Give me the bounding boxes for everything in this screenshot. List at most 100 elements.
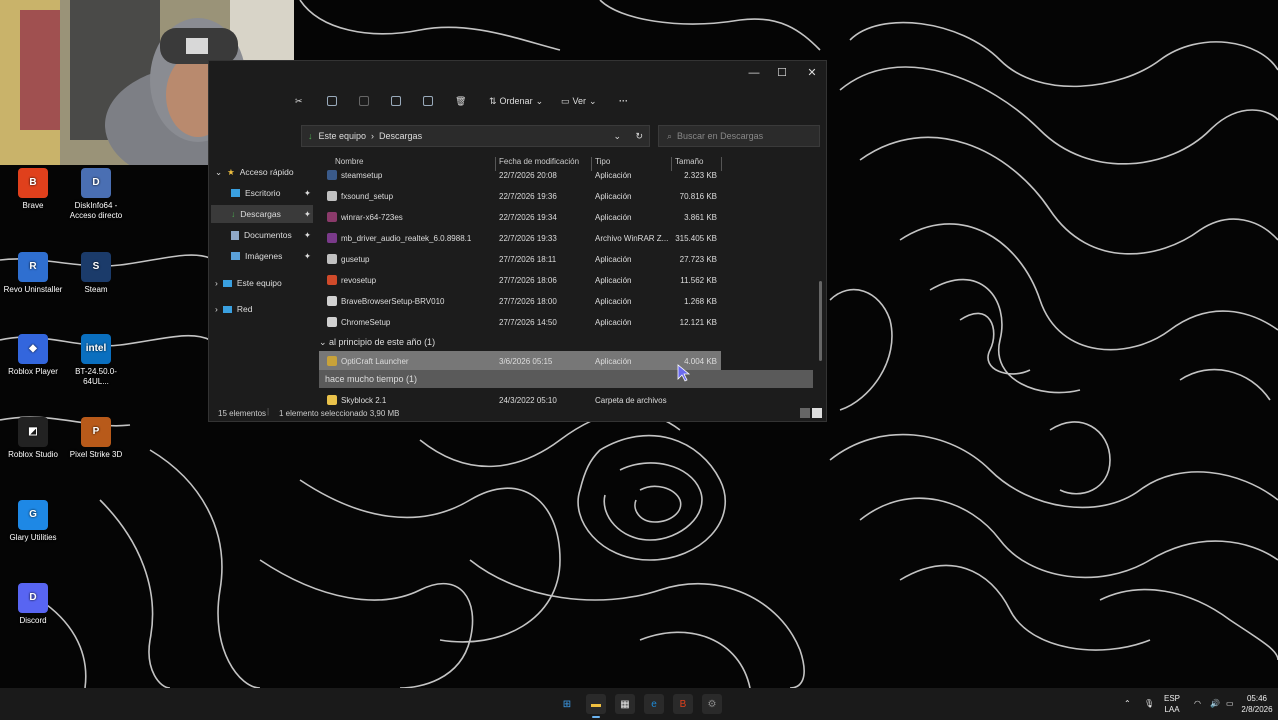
maximize-button[interactable]: ☐	[773, 65, 791, 81]
nav-this-pc[interactable]: › Este equipo	[215, 274, 282, 292]
nav-item-pictures[interactable]: Imágenes ✦	[231, 247, 313, 265]
desktop-icon-7[interactable]: ◩ Roblox Studio	[0, 417, 66, 460]
microphone-icon[interactable]: 🎙	[1144, 698, 1154, 709]
table-row[interactable]: revosetup 27/7/2026 18:06 Aplicación 11.562…	[319, 270, 721, 290]
cell-date: 3/6/2026 05:15	[499, 357, 553, 366]
item-count: 15 elementos	[218, 409, 267, 418]
table-row[interactable]: mb_driver_audio_realtek_6.0.8988.1 22/7/2…	[319, 228, 721, 248]
cut-icon[interactable]: ✂	[295, 93, 303, 109]
cell-date: 22/7/2026 19:34	[499, 213, 557, 222]
share-icon[interactable]	[423, 93, 433, 109]
taskbar-store-icon[interactable]: ▦	[615, 694, 635, 714]
taskbar-brave-icon[interactable]: B	[673, 694, 693, 714]
mouse-cursor-icon	[677, 364, 691, 382]
cell-type: Aplicación	[595, 213, 632, 222]
chevron-right-icon: ›	[215, 304, 218, 314]
desktop-icon-1[interactable]: B Brave	[0, 168, 66, 211]
app-icon: D	[81, 168, 111, 198]
document-icon	[231, 230, 239, 240]
nav-label: Documentos	[244, 230, 292, 240]
sort-label: Ordenar	[499, 96, 533, 106]
taskbar-edge-icon[interactable]: e	[644, 694, 664, 714]
group-header[interactable]: ⌄ al principio de este año (1)	[319, 333, 721, 351]
address-bar[interactable]: ↓ Este equipo › Descargas ⌄ ↻	[301, 125, 650, 147]
table-row[interactable]: ChromeSetup 27/7/2026 14:50 Aplicación 12.1…	[319, 312, 721, 332]
table-row-selected[interactable]: OptiCraft Launcher 3/6/2026 05:15 Aplicaci…	[319, 351, 721, 371]
desktop-icon-3[interactable]: R Revo Uninstaller	[0, 252, 66, 295]
desktop-icon-label: Roblox Player	[8, 367, 58, 376]
tiles-view-icon[interactable]	[812, 408, 822, 418]
sort-button[interactable]: ⇅ Ordenar ⌄	[489, 93, 543, 109]
paste-icon[interactable]	[359, 93, 369, 109]
table-row[interactable]: fxsound_setup 22/7/2026 19:36 Aplicación 70…	[319, 186, 721, 206]
cell-type: Aplicación	[595, 192, 632, 201]
command-bar: ✂ 🗑 ⇅ Ordenar ⌄ ▭ Ver ⌄ ···	[209, 87, 826, 115]
rename-icon[interactable]	[391, 93, 401, 109]
taskbar-start-icon[interactable]: ⊞	[557, 694, 577, 714]
nav-item-documents[interactable]: Documentos ✦	[231, 226, 313, 244]
more-options-button[interactable]: ···	[619, 93, 628, 109]
view-button[interactable]: ▭ Ver ⌄	[561, 93, 597, 109]
cell-type: Archivo WinRAR Z...	[595, 234, 669, 243]
table-row[interactable]: winrar-x64-723es 22/7/2026 19:34 Aplicació…	[319, 207, 721, 227]
view-icon: ▭	[561, 95, 570, 106]
table-row[interactable]: BraveBrowserSetup-BRV010 27/7/2026 18:00 A…	[319, 291, 721, 311]
nav-network[interactable]: › Red	[215, 300, 252, 318]
chevron-down-icon[interactable]: ⌄	[613, 131, 621, 142]
nav-item-downloads[interactable]: ↓ Descargas ✦	[211, 205, 313, 223]
vertical-scrollbar[interactable]	[819, 281, 822, 361]
cell-size: 3.861 KB	[684, 213, 717, 222]
desktop-icon-label: Glary Utilities	[9, 533, 57, 542]
desktop-icon-2[interactable]: D DiskInfo64 - Acceso directo	[63, 168, 129, 221]
star-icon: ★	[227, 166, 235, 177]
battery-icon[interactable]: ▭	[1226, 698, 1234, 709]
cell-name: BraveBrowserSetup-BRV010	[341, 297, 445, 306]
clock[interactable]: 05:46 2/8/2026	[1240, 693, 1274, 715]
refresh-icon[interactable]: ↻	[635, 131, 643, 142]
taskbar-file-explorer-icon[interactable]: ▬	[586, 694, 606, 714]
cell-type: Aplicación	[595, 276, 632, 285]
chevron-up-icon[interactable]: ⌃	[1124, 698, 1131, 709]
desktop-icon-10[interactable]: D Discord	[0, 583, 66, 626]
chevron-right-icon: ›	[371, 131, 375, 141]
taskbar-settings-icon[interactable]: ⚙	[702, 694, 722, 714]
breadcrumb-this-pc[interactable]: Este equipo	[319, 131, 367, 141]
cell-name: revosetup	[341, 276, 377, 285]
wifi-icon[interactable]: ◠	[1194, 698, 1201, 709]
group-header[interactable]: hace mucho tiempo (1)	[319, 370, 813, 388]
desktop-icon-4[interactable]: S Steam	[63, 252, 129, 295]
computer-icon	[222, 279, 232, 287]
download-icon: ↓	[231, 209, 236, 219]
desktop-icon-5[interactable]: ◆ Roblox Player	[0, 334, 66, 377]
pictures-icon	[231, 252, 240, 260]
copy-icon[interactable]	[327, 93, 337, 109]
minimize-button[interactable]: —	[745, 65, 763, 81]
volume-icon[interactable]: 🔊	[1210, 698, 1220, 709]
desktop-icon-label: Steam	[84, 285, 108, 294]
file-explorer-window[interactable]: — ☐ ✕ ✂ 🗑 ⇅ Ordenar ⌄ ▭ Ver ⌄ ··· ↓ Este…	[208, 60, 827, 422]
window-titlebar[interactable]: — ☐ ✕	[209, 61, 826, 85]
table-row[interactable]: gusetup 27/7/2026 18:11 Aplicación 27.723 K…	[319, 249, 721, 269]
table-row[interactable]: steamsetup 22/7/2026 20:08 Aplicación 2.323…	[319, 165, 721, 185]
pin-icon: ✦	[303, 229, 311, 240]
desktop-icon-label: Pixel Strike 3D	[69, 450, 123, 459]
cell-size: 2.323 KB	[684, 171, 717, 180]
breadcrumb-downloads[interactable]: Descargas	[379, 131, 422, 141]
cell-date: 27/7/2026 18:00	[499, 297, 557, 306]
lang-variant: LAA	[1164, 705, 1180, 714]
desktop-icon-8[interactable]: P Pixel Strike 3D	[63, 417, 129, 460]
desktop-icon-9[interactable]: G Glary Utilities	[0, 500, 66, 543]
cell-type: Carpeta de archivos	[595, 396, 667, 405]
cell-date: 27/7/2026 14:50	[499, 318, 557, 327]
column-divider	[721, 157, 722, 171]
search-input[interactable]: ⌕ Buscar en Descargas	[658, 125, 820, 147]
nav-item-desktop[interactable]: Escritorio ✦	[231, 184, 313, 202]
close-button[interactable]: ✕	[803, 65, 821, 81]
nav-quick-access[interactable]: ⌄ ★ Acceso rápido	[215, 163, 294, 181]
clock-date: 2/8/2026	[1241, 705, 1273, 714]
details-view-icon[interactable]	[800, 408, 810, 418]
cell-date: 22/7/2026 20:08	[499, 171, 557, 180]
delete-icon[interactable]: 🗑	[455, 93, 466, 109]
language-indicator[interactable]: ESP LAA	[1164, 693, 1180, 715]
desktop-icon-6[interactable]: intel BT-24.50.0-64UL...	[63, 334, 129, 387]
